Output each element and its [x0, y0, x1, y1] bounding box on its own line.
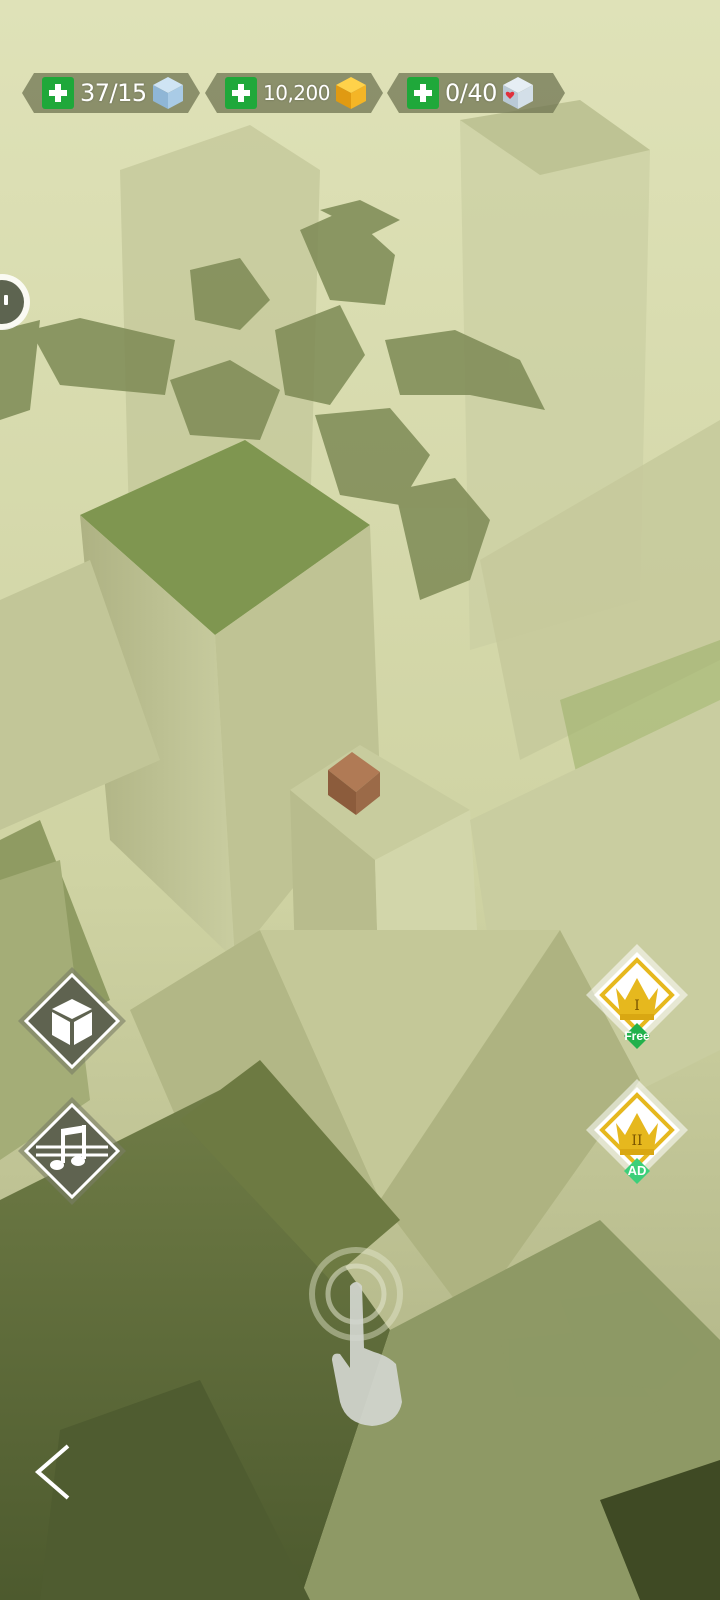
crown-level-2-button[interactable]: II AD	[582, 1075, 692, 1200]
gold-cube-icon	[335, 77, 366, 109]
crown-tag-ad: AD	[627, 1163, 647, 1178]
gold-count: 10,200	[263, 81, 330, 105]
music-notes-icon	[18, 1097, 126, 1205]
crown-icon: II	[586, 1079, 688, 1184]
pause-button[interactable]	[0, 272, 34, 332]
add-blue-cubes-button[interactable]	[42, 77, 74, 109]
add-gold-button[interactable]	[225, 77, 257, 109]
cube-icon	[18, 967, 126, 1075]
plus-icon	[49, 84, 67, 102]
plus-icon	[232, 84, 250, 102]
tap-hint-hand-icon	[309, 1247, 403, 1426]
gold-counter: 10,200	[205, 73, 383, 113]
cube-skin-button[interactable]	[16, 965, 128, 1077]
chevron-left-icon	[34, 1444, 70, 1500]
blue-cube-counter: 37/15	[22, 73, 200, 113]
crown-icon: I	[586, 944, 688, 1049]
heart-cube-count: 0/40	[445, 79, 497, 107]
heart-cube-counter: 0/40	[387, 73, 565, 113]
heart-cube-icon	[502, 77, 533, 109]
music-button[interactable]	[16, 1095, 128, 1207]
add-heart-cubes-button[interactable]	[407, 77, 439, 109]
crown-numeral: II	[631, 1133, 642, 1149]
crown-tag-free: Free	[624, 1029, 650, 1043]
blue-cube-icon	[152, 77, 183, 109]
blue-cube-count: 37/15	[80, 79, 147, 107]
crown-numeral: I	[634, 998, 640, 1014]
plus-icon	[414, 84, 432, 102]
crown-level-1-button[interactable]: I Free	[582, 940, 692, 1065]
back-button[interactable]	[30, 1442, 76, 1502]
